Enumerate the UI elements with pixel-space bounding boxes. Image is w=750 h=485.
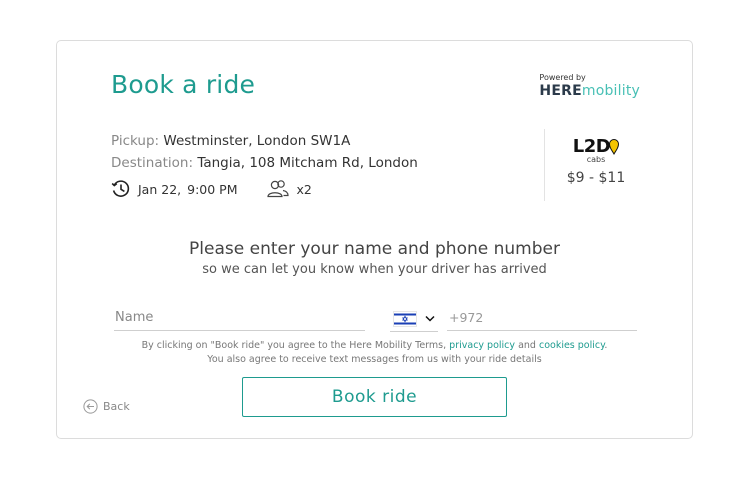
page-title: Book a ride: [111, 70, 256, 99]
cookies-policy-link[interactable]: cookies policy: [539, 340, 604, 351]
back-label: Back: [103, 400, 130, 413]
passenger-count: x2: [296, 181, 312, 197]
form-prompt: Please enter your name and phone number: [189, 239, 560, 259]
pin-icon: [609, 139, 620, 155]
ride-details: Pickup: Westminster, London SW1A Destina…: [111, 130, 418, 200]
back-arrow-icon: [83, 399, 98, 414]
powered-by: Powered by HEREmobility: [539, 73, 640, 99]
pickup-row: Pickup: Westminster, London SW1A: [111, 130, 418, 152]
booking-card: Book a ride Powered by HEREmobility Pick…: [56, 40, 693, 439]
israel-flag-icon: [393, 310, 417, 327]
provider-logo: L2D: [561, 137, 631, 157]
here-mobility-logo: HEREmobility: [539, 83, 640, 99]
ride-time: 9:00 PM: [187, 181, 238, 197]
provider-logo-text: L2D: [572, 136, 611, 157]
terms-line-1: By clicking on "Book ride" you agree to …: [141, 340, 608, 351]
pickup-label: Pickup:: [111, 133, 160, 149]
ride-date: Jan 22,: [138, 181, 182, 197]
ride-meta: Jan 22, 9:00 PM x2: [111, 178, 418, 200]
provider-info: L2D cabs $9 - $11: [561, 137, 631, 187]
clock-icon: [111, 179, 131, 199]
privacy-policy-link[interactable]: privacy policy: [449, 340, 515, 351]
price-estimate: $9 - $11: [566, 170, 626, 186]
back-button[interactable]: Back: [83, 399, 130, 414]
phone-input[interactable]: [447, 305, 637, 331]
name-input[interactable]: [114, 305, 365, 331]
destination-label: Destination:: [111, 155, 194, 171]
form-prompt-sub: so we can let you know when your driver …: [202, 262, 547, 277]
destination-row: Destination: Tangia, 108 Mitcham Rd, Lon…: [111, 152, 418, 174]
divider: [544, 129, 545, 201]
destination-value: Tangia, 108 Mitcham Rd, London: [197, 155, 418, 171]
country-code-select[interactable]: [390, 306, 438, 332]
chevron-down-icon: [425, 312, 435, 325]
powered-by-label: Powered by: [539, 73, 586, 82]
provider-logo-sub: cabs: [586, 155, 606, 164]
book-ride-button[interactable]: Book ride: [242, 377, 507, 417]
terms-line-2: You also agree to receive text messages …: [207, 354, 542, 365]
pickup-value: Westminster, London SW1A: [163, 133, 351, 149]
passengers-icon: [266, 179, 290, 199]
